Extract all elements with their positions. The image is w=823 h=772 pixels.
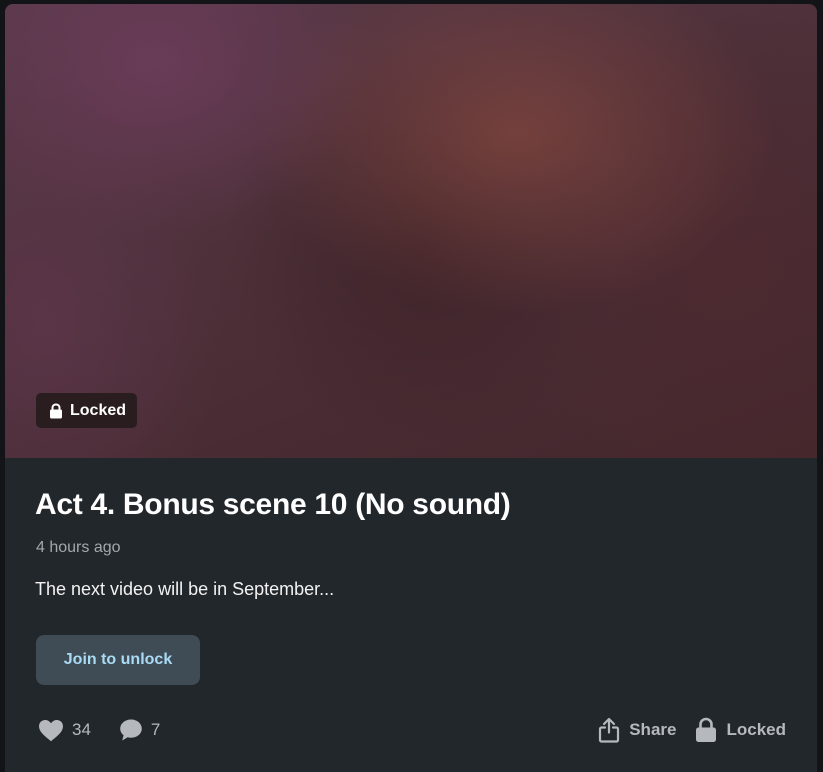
join-to-unlock-button[interactable]: Join to unlock <box>36 635 200 685</box>
comments-count: 7 <box>150 720 161 739</box>
share-button[interactable]: Share <box>598 717 676 743</box>
lock-icon <box>49 402 63 419</box>
locked-label: Locked <box>726 720 786 739</box>
post-title[interactable]: Act 4. Bonus scene 10 (No sound) <box>35 488 511 522</box>
post-actions: Share Locked <box>598 716 786 744</box>
locked-badge: Locked <box>36 393 138 428</box>
lock-icon <box>695 717 717 743</box>
likes-button[interactable]: 34 <box>38 719 91 742</box>
locked-badge-label: Locked <box>70 401 127 419</box>
heart-icon <box>38 719 64 742</box>
locked-media-preview[interactable]: Locked <box>5 4 817 458</box>
post-card: Locked Act 4. Bonus scene 10 (No sound) … <box>5 4 817 772</box>
post-stats: 34 7 <box>38 717 160 743</box>
locked-status[interactable]: Locked <box>695 717 786 743</box>
post-timestamp[interactable]: 4 hours ago <box>36 539 121 557</box>
comment-bubble-icon <box>119 718 143 742</box>
likes-count: 34 <box>72 720 91 739</box>
share-label: Share <box>629 720 677 739</box>
comments-button[interactable]: 7 <box>119 718 160 742</box>
share-icon <box>598 717 620 743</box>
post-description: The next video will be in September... <box>35 579 335 599</box>
